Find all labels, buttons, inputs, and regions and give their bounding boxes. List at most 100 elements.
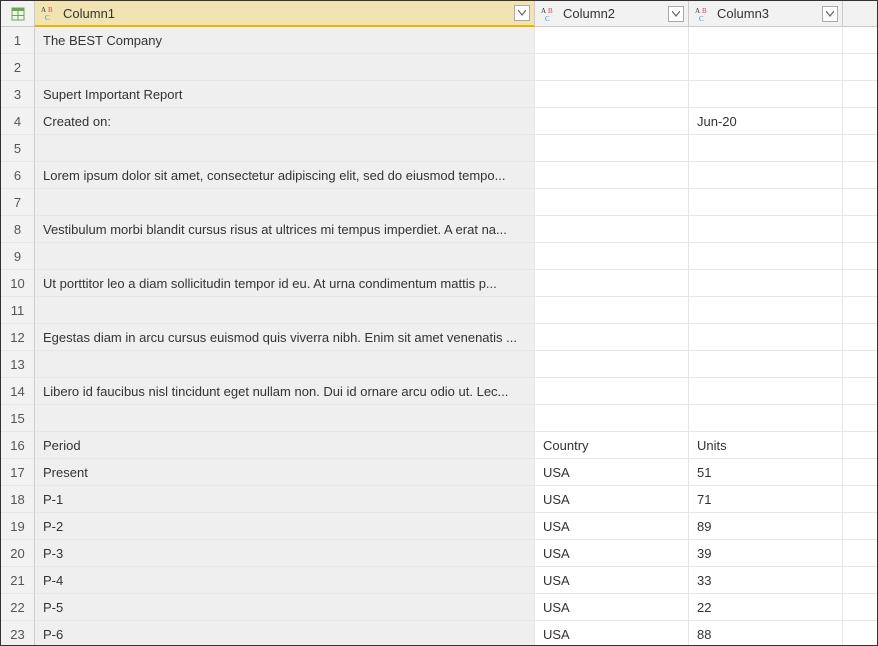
- row-number[interactable]: 15: [1, 405, 35, 432]
- cell[interactable]: [689, 54, 843, 81]
- cell[interactable]: [35, 54, 535, 81]
- cell[interactable]: [535, 54, 689, 81]
- cell[interactable]: Units: [689, 432, 843, 459]
- row-number[interactable]: 11: [1, 297, 35, 324]
- cell[interactable]: Vestibulum morbi blandit cursus risus at…: [35, 216, 535, 243]
- cell[interactable]: [689, 378, 843, 405]
- cell[interactable]: [535, 216, 689, 243]
- cell[interactable]: [689, 189, 843, 216]
- row-number[interactable]: 14: [1, 378, 35, 405]
- cell[interactable]: [689, 135, 843, 162]
- row-number[interactable]: 1: [1, 27, 35, 54]
- cell[interactable]: [689, 162, 843, 189]
- row-number[interactable]: 17: [1, 459, 35, 486]
- row-number[interactable]: 6: [1, 162, 35, 189]
- cell[interactable]: [535, 270, 689, 297]
- column-filter-button[interactable]: [822, 6, 838, 22]
- cell[interactable]: [535, 108, 689, 135]
- column-header-3[interactable]: ABCColumn3: [689, 1, 843, 27]
- cell[interactable]: USA: [535, 594, 689, 621]
- cell[interactable]: [535, 81, 689, 108]
- row-number[interactable]: 16: [1, 432, 35, 459]
- cell[interactable]: [689, 297, 843, 324]
- column-header-2[interactable]: ABCColumn2: [535, 1, 689, 27]
- cell[interactable]: USA: [535, 567, 689, 594]
- cell[interactable]: [35, 297, 535, 324]
- text-type-icon[interactable]: ABC: [695, 5, 713, 23]
- cell[interactable]: 71: [689, 486, 843, 513]
- cell[interactable]: [35, 243, 535, 270]
- row-number[interactable]: 7: [1, 189, 35, 216]
- cell[interactable]: Lorem ipsum dolor sit amet, consectetur …: [35, 162, 535, 189]
- cell[interactable]: Ut porttitor leo a diam sollicitudin tem…: [35, 270, 535, 297]
- cell[interactable]: [535, 378, 689, 405]
- cell[interactable]: [689, 324, 843, 351]
- cell[interactable]: [535, 243, 689, 270]
- cell[interactable]: Supert Important Report: [35, 81, 535, 108]
- cell[interactable]: Present: [35, 459, 535, 486]
- row-number[interactable]: 8: [1, 216, 35, 243]
- cell[interactable]: 51: [689, 459, 843, 486]
- cell[interactable]: [535, 324, 689, 351]
- cell[interactable]: [35, 351, 535, 378]
- cell[interactable]: USA: [535, 540, 689, 567]
- cell[interactable]: [689, 243, 843, 270]
- row-number[interactable]: 19: [1, 513, 35, 540]
- column-filter-button[interactable]: [668, 6, 684, 22]
- cell[interactable]: USA: [535, 486, 689, 513]
- cell[interactable]: [535, 162, 689, 189]
- cell[interactable]: [35, 405, 535, 432]
- cell[interactable]: [689, 27, 843, 54]
- cell[interactable]: [689, 81, 843, 108]
- cell[interactable]: [535, 351, 689, 378]
- cell[interactable]: P-1: [35, 486, 535, 513]
- row-number[interactable]: 22: [1, 594, 35, 621]
- cell[interactable]: Period: [35, 432, 535, 459]
- text-type-icon[interactable]: ABC: [41, 4, 59, 22]
- cell[interactable]: [535, 189, 689, 216]
- cell[interactable]: [689, 216, 843, 243]
- cell[interactable]: The BEST Company: [35, 27, 535, 54]
- cell[interactable]: 39: [689, 540, 843, 567]
- cell[interactable]: [689, 270, 843, 297]
- cell[interactable]: 89: [689, 513, 843, 540]
- row-number[interactable]: 5: [1, 135, 35, 162]
- cell[interactable]: Jun-20: [689, 108, 843, 135]
- cell[interactable]: P-4: [35, 567, 535, 594]
- cell[interactable]: Created on:: [35, 108, 535, 135]
- cell[interactable]: [535, 27, 689, 54]
- cell[interactable]: [689, 351, 843, 378]
- cell[interactable]: P-2: [35, 513, 535, 540]
- cell[interactable]: Egestas diam in arcu cursus euismod quis…: [35, 324, 535, 351]
- row-number[interactable]: 10: [1, 270, 35, 297]
- cell[interactable]: 33: [689, 567, 843, 594]
- cell[interactable]: [35, 189, 535, 216]
- column-header-1[interactable]: ABCColumn1: [35, 1, 535, 27]
- cell[interactable]: 22: [689, 594, 843, 621]
- cell[interactable]: [689, 405, 843, 432]
- cell[interactable]: [535, 135, 689, 162]
- cell[interactable]: [535, 405, 689, 432]
- column-filter-button[interactable]: [514, 5, 530, 21]
- row-number[interactable]: 12: [1, 324, 35, 351]
- row-number[interactable]: 9: [1, 243, 35, 270]
- row-number[interactable]: 3: [1, 81, 35, 108]
- row-number[interactable]: 4: [1, 108, 35, 135]
- cell[interactable]: P-3: [35, 540, 535, 567]
- cell[interactable]: P-5: [35, 594, 535, 621]
- text-type-icon[interactable]: ABC: [541, 5, 559, 23]
- row-number[interactable]: 20: [1, 540, 35, 567]
- cell[interactable]: Country: [535, 432, 689, 459]
- cell[interactable]: 88: [689, 621, 843, 646]
- cell[interactable]: USA: [535, 459, 689, 486]
- row-number[interactable]: 21: [1, 567, 35, 594]
- row-number[interactable]: 23: [1, 621, 35, 646]
- cell[interactable]: Libero id faucibus nisl tincidunt eget n…: [35, 378, 535, 405]
- select-all-corner[interactable]: [1, 1, 35, 27]
- cell[interactable]: USA: [535, 621, 689, 646]
- row-number[interactable]: 13: [1, 351, 35, 378]
- cell[interactable]: [35, 135, 535, 162]
- cell[interactable]: USA: [535, 513, 689, 540]
- cell[interactable]: P-6: [35, 621, 535, 646]
- cell[interactable]: [535, 297, 689, 324]
